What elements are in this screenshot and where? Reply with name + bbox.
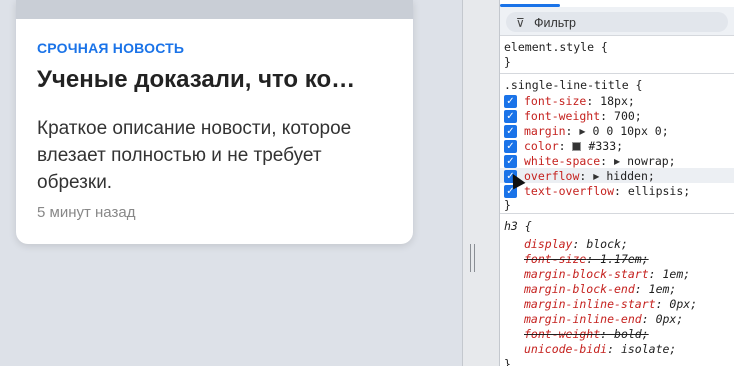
property-row[interactable]: margin: ▶ 0 0 10px 0; [524,124,669,139]
news-time: 5 минут назад [37,204,136,221]
property-row: margin-block-start: 1em; [524,267,691,281]
property-row: margin-block-end: 1em; [524,282,677,296]
filter-bar: ⊽ Фильтр [500,7,734,36]
page-viewport: СРОЧНАЯ НОВОСТЬ Ученые доказали, что ко…… [0,0,462,366]
rule-selector[interactable]: .single-line-title { [504,78,642,93]
color-swatch[interactable] [572,142,582,151]
news-title: Ученые доказали, что ко… [37,66,356,93]
rule-h3-user-agent: h3 { display: block; font-size: 1.17em; … [500,214,734,366]
filter-placeholder: Фильтр [534,16,576,30]
rule-close-brace: } [504,357,511,366]
property-row[interactable]: font-size: 18px; [524,94,635,109]
checkbox-checked-icon[interactable]: ✓ [504,155,517,168]
panel-splitter[interactable] [463,0,500,366]
property-row: margin-inline-start: 0px; [524,297,698,311]
rule-close-brace: } [504,198,511,212]
card-top-bar [16,0,413,19]
rule-element-style: element.style { } [500,36,734,74]
triangle-right-icon[interactable]: ▶ [579,124,585,139]
rule-single-line-title: .single-line-title { ✓ font-size: 18px; … [500,74,734,214]
triangle-right-icon[interactable]: ▶ [614,154,620,169]
checkbox-checked-icon[interactable]: ✓ [504,140,517,153]
property-row-overridden: font-weight: bold; [524,327,649,341]
checkbox-checked-icon[interactable]: ✓ [504,95,517,108]
filter-icon: ⊽ [516,16,525,30]
property-row[interactable]: white-space: ▶ nowrap; [524,154,676,169]
rule-selector[interactable]: element.style { [504,40,608,55]
property-row[interactable]: font-weight: 700; [524,109,642,124]
news-description: Краткое описание новости, которое влезае… [37,118,352,193]
property-row-overridden: font-size: 1.17em; [524,252,649,266]
splitter-grip-icon[interactable] [470,244,475,272]
property-row: margin-inline-end: 0px; [524,312,684,326]
property-row: unicode-bidi: isolate; [524,342,677,356]
checkbox-checked-icon[interactable]: ✓ [504,125,517,138]
property-row[interactable]: overflow: ▶ hidden; [524,169,655,184]
rule-selector[interactable]: h3 { [504,219,532,234]
news-card: СРОЧНАЯ НОВОСТЬ Ученые доказали, что ко…… [16,0,413,244]
rule-close-brace: } [504,55,511,69]
checkbox-checked-icon[interactable]: ✓ [504,110,517,123]
property-row: display: block; [524,237,628,251]
property-row[interactable]: color: #333; [524,139,623,154]
news-label: СРОЧНАЯ НОВОСТЬ [37,40,185,56]
styles-pane: ⊽ Фильтр element.style { } .single-line-… [500,0,734,366]
property-row[interactable]: text-overflow: ellipsis; [524,184,690,199]
triangle-right-icon[interactable]: ▶ [593,169,599,184]
